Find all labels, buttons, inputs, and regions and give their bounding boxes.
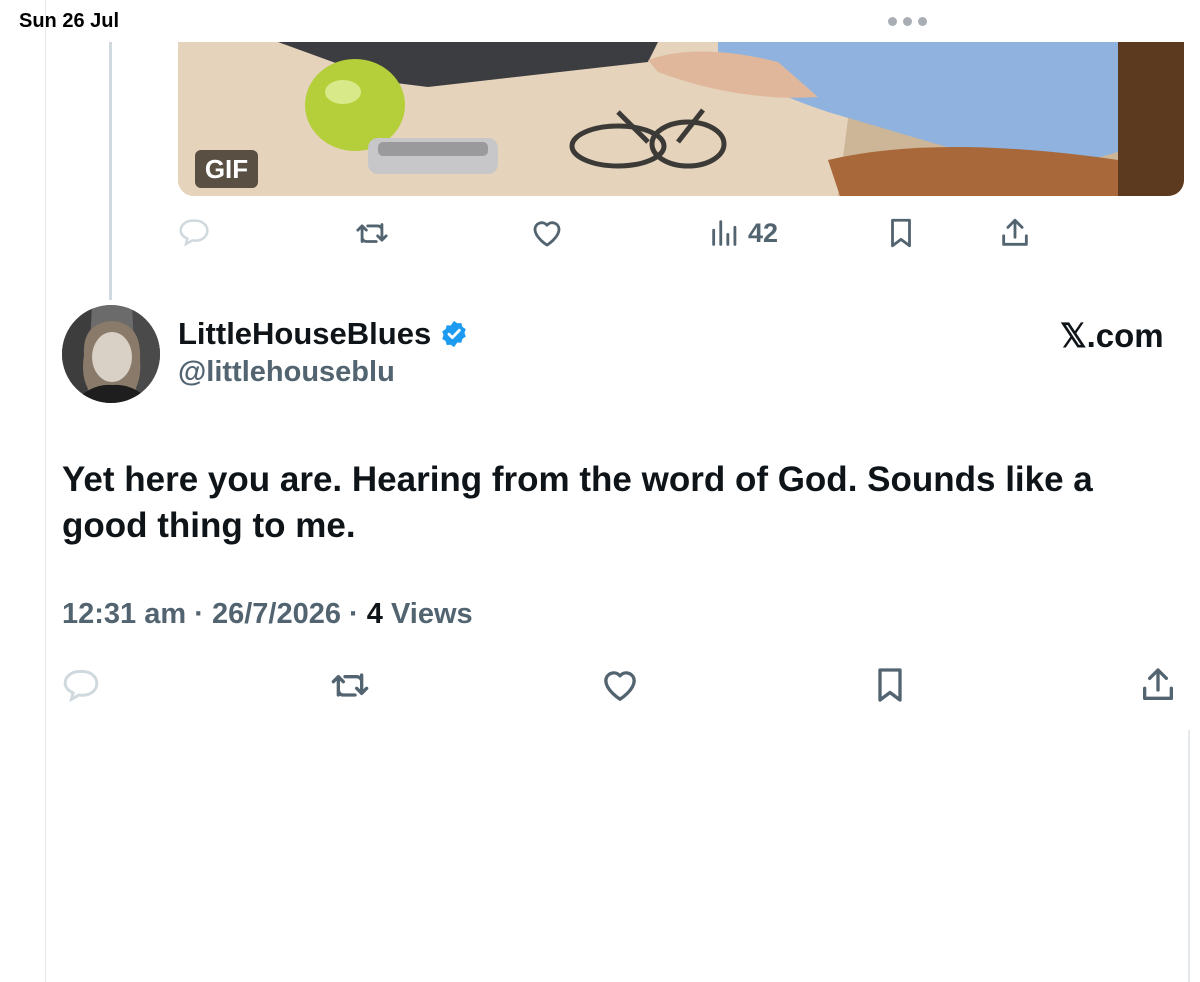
repost-button[interactable] — [355, 216, 389, 250]
like-button[interactable] — [600, 665, 640, 705]
more-icon[interactable] — [888, 14, 930, 28]
retweet-icon — [331, 673, 369, 697]
like-icon — [604, 671, 636, 701]
retweet-icon — [356, 223, 388, 243]
bookmark-button[interactable] — [884, 216, 918, 250]
reply-views-count: 4 — [366, 598, 383, 630]
avatar[interactable] — [62, 305, 160, 403]
meta-separator: · — [194, 598, 204, 630]
reply-icon — [179, 219, 209, 247]
user-handle[interactable]: @littlehouseblu — [178, 356, 395, 389]
share-button[interactable] — [1138, 665, 1178, 705]
repost-button[interactable] — [330, 665, 370, 705]
bookmark-icon — [878, 668, 902, 702]
reply-views-label: Views — [390, 598, 473, 630]
like-button[interactable] — [530, 216, 564, 250]
display-name-text: LittleHouseBlues — [178, 316, 432, 351]
bookmark-button[interactable] — [870, 665, 910, 705]
like-icon — [533, 221, 561, 247]
reply-button[interactable] — [178, 216, 210, 248]
timeline-border — [45, 0, 46, 982]
gif-media[interactable] — [178, 42, 1184, 196]
gif-frame-illustration — [178, 42, 1184, 196]
display-name[interactable]: LittleHouseBlues — [178, 316, 469, 352]
avatar-image — [62, 305, 160, 403]
status-bar-date: Sun 26 Jul — [19, 10, 120, 32]
bookmark-icon — [891, 218, 911, 248]
views-count: 42 — [748, 217, 779, 248]
reply-time[interactable]: 12:31 am — [62, 598, 186, 630]
reply-button[interactable] — [62, 666, 100, 704]
share-button[interactable] — [998, 216, 1032, 250]
verified-badge-icon — [442, 320, 466, 348]
reply-metadata: 12:31 am · 26/7/2026 · 4 Views — [62, 598, 473, 631]
views-icon — [712, 220, 737, 246]
views-button[interactable]: 42 — [708, 216, 778, 250]
reply-icon — [63, 670, 99, 703]
reply-date[interactable]: 26/7/2026 — [212, 598, 341, 630]
scrollbar-track — [1188, 730, 1190, 982]
source-label: 𝕏.com — [1060, 317, 1164, 354]
meta-separator: · — [349, 598, 359, 630]
gif-badge: GIF — [195, 150, 258, 188]
share-icon — [1002, 218, 1028, 246]
reply-text: Yet here you are. Hearing from the word … — [62, 460, 1093, 545]
share-icon — [1143, 668, 1173, 700]
thread-connector-line — [109, 42, 112, 300]
